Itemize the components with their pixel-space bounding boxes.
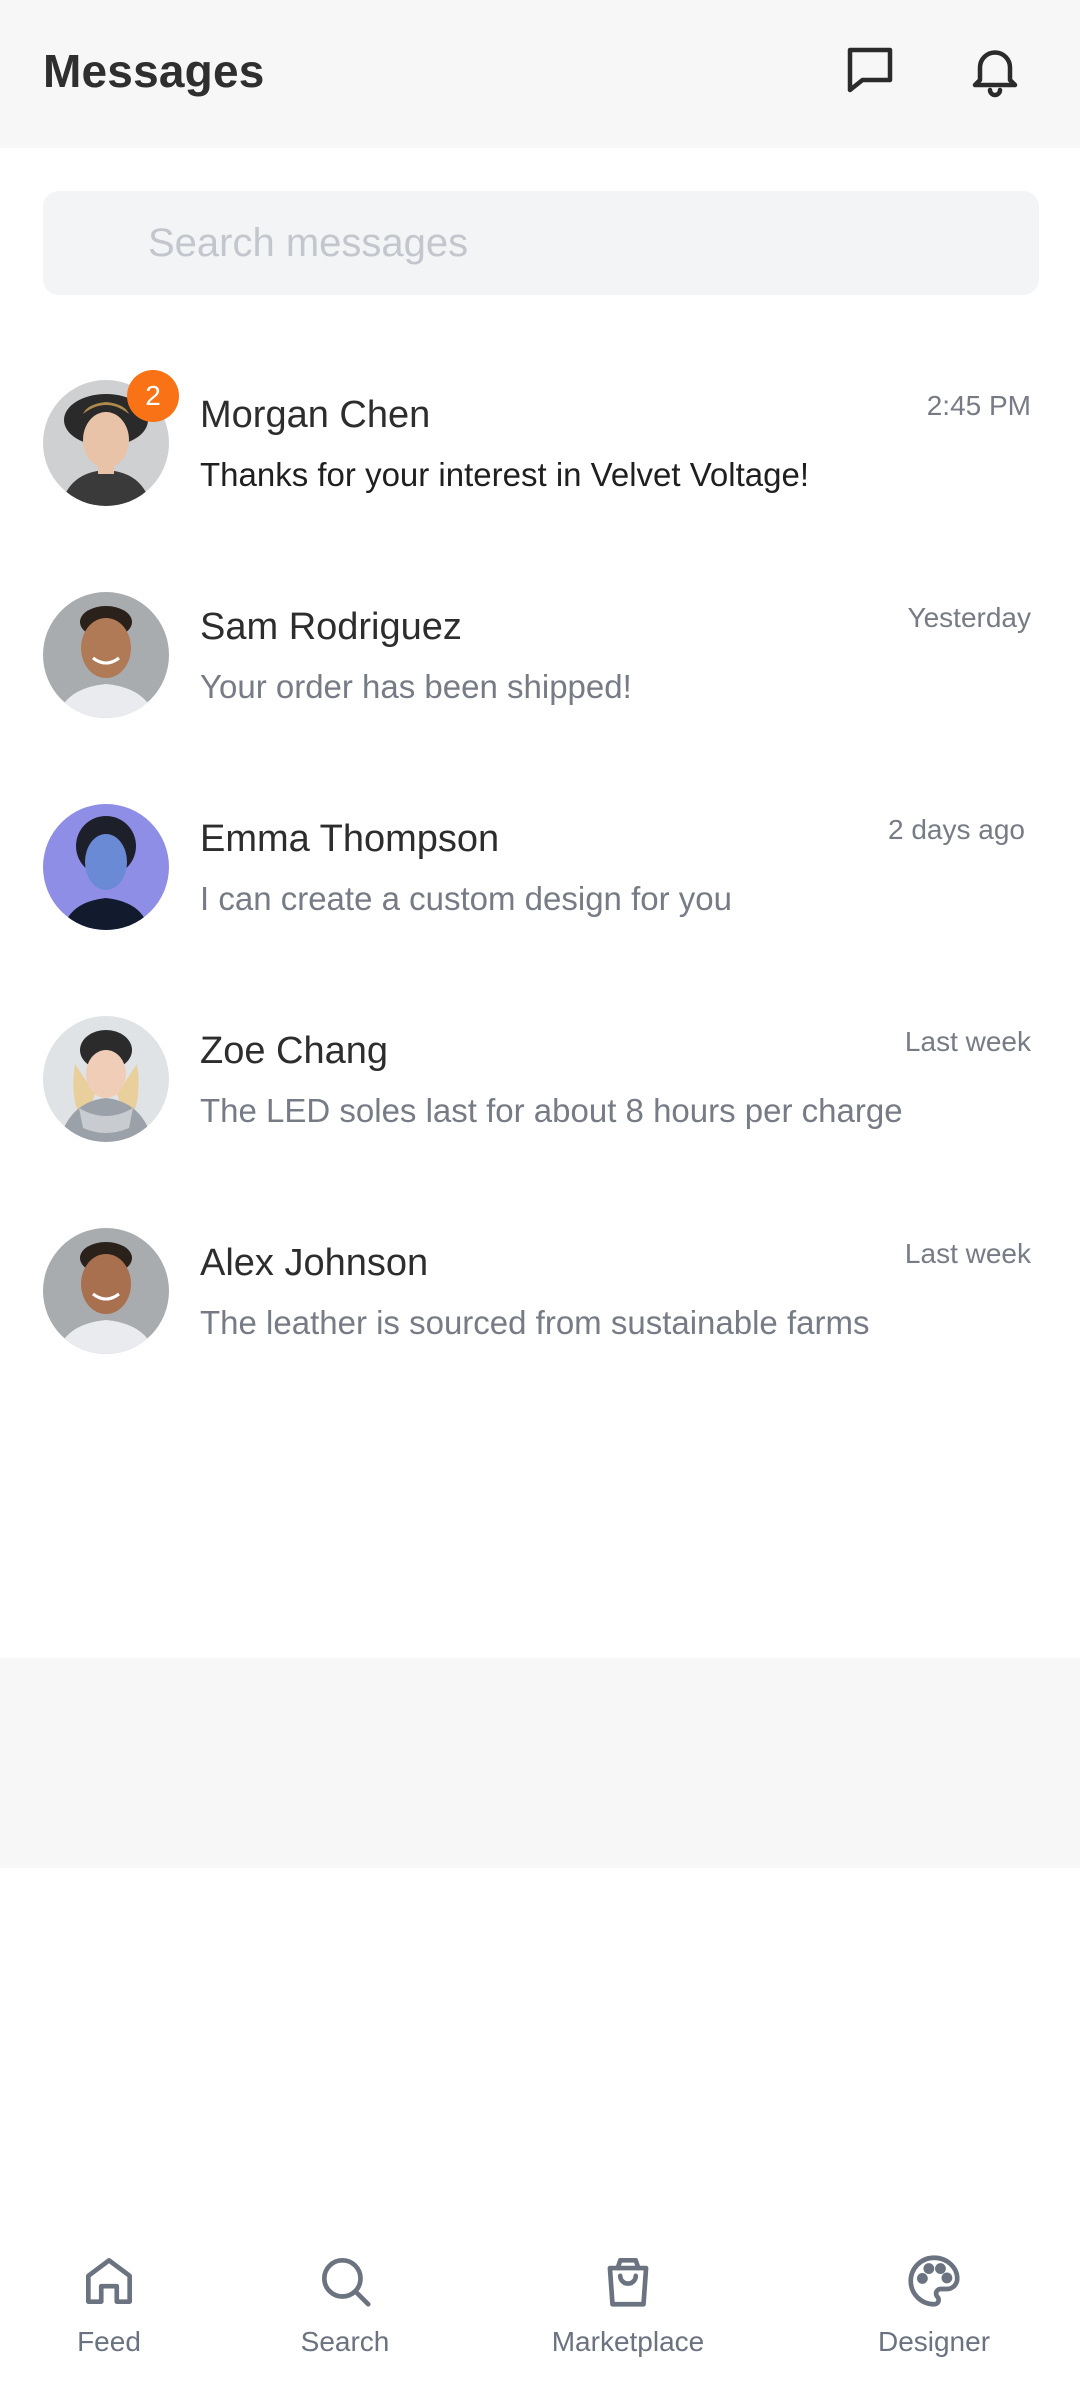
nav-label: Marketplace: [551, 2326, 705, 2357]
unread-badge: 2: [127, 370, 179, 422]
contact-name: Zoe Chang: [200, 1030, 389, 1072]
search-input[interactable]: [43, 191, 1039, 295]
bottom-navigation: Feed Search Marketplace Designer: [0, 2220, 1080, 2400]
avatar: [43, 1016, 169, 1142]
page-title: Messages: [43, 45, 265, 97]
nav-label: Feed: [77, 2326, 141, 2357]
message-preview: Thanks for your interest in Velvet Volta…: [200, 456, 810, 493]
message-preview: Your order has been shipped!: [200, 668, 632, 705]
app-header: Messages: [0, 0, 1080, 148]
contact-name: Emma Thompson: [200, 818, 500, 860]
timestamp: Last week: [904, 1026, 1031, 1057]
chat-bubble-icon[interactable]: [838, 38, 902, 102]
timestamp: 2 days ago: [888, 814, 1025, 845]
conversation-item[interactable]: Sam Rodriguez Yesterday Your order has b…: [0, 592, 1080, 782]
nav-item-marketplace[interactable]: Marketplace: [528, 2250, 728, 2358]
nav-label: Search: [300, 2326, 390, 2357]
contact-name: Morgan Chen: [200, 394, 431, 436]
avatar: [43, 592, 169, 718]
avatar: [43, 1228, 169, 1354]
nav-label: Designer: [877, 2326, 991, 2357]
home-icon: [86, 2258, 132, 2304]
timestamp: Yesterday: [907, 602, 1032, 633]
search-icon: [322, 2258, 371, 2307]
contact-name: Sam Rodriguez: [200, 606, 462, 648]
bell-icon[interactable]: [963, 38, 1027, 102]
conversation-item[interactable]: Alex Johnson Last week The leather is so…: [0, 1228, 1080, 1418]
empty-section: [0, 1658, 1080, 1868]
palette-icon: [908, 2255, 960, 2307]
message-preview: I can create a custom design for you: [200, 880, 732, 917]
shopping-bag-icon: [607, 2258, 649, 2307]
conversation-item[interactable]: 2 Morgan Chen 2:45 PM Thanks for your in…: [0, 370, 1080, 570]
nav-item-feed[interactable]: Feed: [9, 2250, 209, 2358]
avatar: [43, 804, 169, 930]
timestamp: Last week: [904, 1238, 1031, 1269]
message-preview: The leather is sourced from sustainable …: [200, 1304, 870, 1341]
conversation-item[interactable]: Zoe Chang Last week The LED soles last f…: [0, 1016, 1080, 1206]
nav-item-designer[interactable]: Designer: [834, 2250, 1034, 2358]
nav-item-search[interactable]: Search: [245, 2250, 445, 2358]
contact-name: Alex Johnson: [200, 1242, 429, 1284]
conversation-item[interactable]: Emma Thompson 2 days ago I can create a …: [0, 804, 1080, 994]
message-preview: The LED soles last for about 8 hours per…: [200, 1092, 903, 1129]
timestamp: 2:45 PM: [926, 390, 1031, 421]
